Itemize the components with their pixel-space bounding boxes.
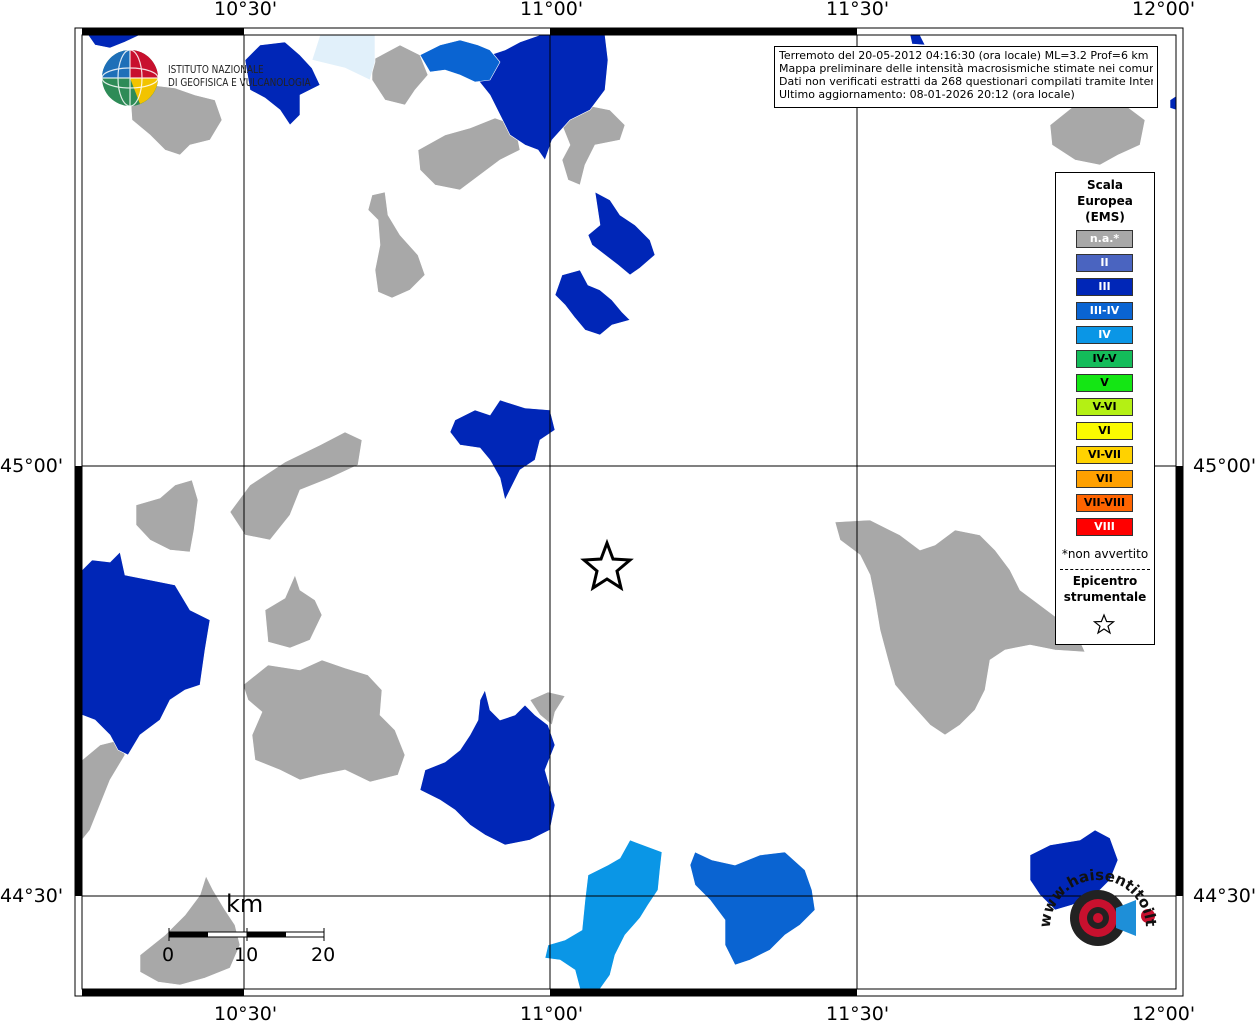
ingv-logo-text: ISTITUTO NAZIONALE DI GEOFISICA E VULCAN… xyxy=(168,64,311,90)
legend-swatch-viii: VIII xyxy=(1076,518,1133,536)
legend-swatch-vi: VI xyxy=(1076,422,1133,440)
scale-tick-0: 0 xyxy=(162,944,175,966)
lon-label-bottom-1100: 11°00' xyxy=(520,1003,584,1025)
legend-title-line: Europea xyxy=(1077,194,1133,208)
lon-label-top-1130: 11°30' xyxy=(826,0,890,20)
legend-note: *non avvertito xyxy=(1061,547,1149,561)
legend-swatch-vii: VII xyxy=(1076,470,1133,488)
municipality-na xyxy=(417,117,521,191)
municipality-na xyxy=(242,659,406,783)
municipality-polygon xyxy=(689,851,816,966)
lon-label-bottom-1130: 11°30' xyxy=(826,1003,890,1025)
event-info-line: Ultimo aggiornamento: 08-01-2026 20:12 (… xyxy=(779,88,1075,101)
legend-swatch-iv-v: IV-V xyxy=(1076,350,1133,368)
municipality-na xyxy=(1049,97,1146,166)
municipality-polygon xyxy=(449,399,556,501)
municipalities-iii xyxy=(82,35,1176,911)
municipality-na xyxy=(834,519,1086,736)
legend-epicenter-label: Epicentro strumentale xyxy=(1056,573,1154,605)
event-info-line: Terremoto del 20-05-2012 04:16:30 (ora l… xyxy=(779,49,1149,62)
legend-swatch-iii-iv: III-IV xyxy=(1076,302,1133,320)
lon-label-bottom-1030: 10°30' xyxy=(214,1003,278,1025)
epicenter-star-icon xyxy=(580,538,634,592)
legend-swatch-v-vi: V-VI xyxy=(1076,398,1133,416)
ingv-globe-logo-icon xyxy=(101,49,159,107)
legend-title-line: Scala xyxy=(1086,178,1124,192)
municipality-na xyxy=(135,479,199,553)
municipality-polygon xyxy=(419,689,556,846)
lat-label-left-4430: 44°30' xyxy=(0,885,64,907)
municipalities-not-felt xyxy=(82,44,1146,986)
event-info-box: Terremoto del 20-05-2012 04:16:30 (ora l… xyxy=(774,46,1158,108)
municipality-polygon xyxy=(554,269,631,336)
scale-unit-label: km xyxy=(226,890,264,918)
lon-label-top-1100: 11°00' xyxy=(520,0,584,20)
lon-label-bottom-1200: 12°00' xyxy=(1132,1003,1196,1025)
municipality-polygon xyxy=(909,35,926,46)
legend-swatch-n-a-: n.a.* xyxy=(1076,230,1133,248)
legend-swatch-iv: IV xyxy=(1076,326,1133,344)
municipality-na xyxy=(139,875,241,986)
municipality-na xyxy=(367,191,426,299)
legend-swatch-v: V xyxy=(1076,374,1133,392)
municipality-iv xyxy=(544,839,663,989)
legend-epicenter-line: Epicentro xyxy=(1072,574,1138,588)
scale-tick-10: 10 xyxy=(234,944,259,966)
lat-label-left-4500: 45°00' xyxy=(0,455,64,477)
legend-swatch-iii: III xyxy=(1076,278,1133,296)
municipality-na xyxy=(82,739,126,841)
municipality-polygon xyxy=(419,39,501,83)
lon-label-top-1030: 10°30' xyxy=(214,0,278,20)
lon-label-top-1200: 12°00' xyxy=(1132,0,1196,20)
legend-title-line: (EMS) xyxy=(1085,210,1125,224)
legend-star-icon xyxy=(1093,613,1115,635)
event-info-line: Dati non verificati estratti da 268 ques… xyxy=(779,75,1153,88)
legend-divider xyxy=(1060,569,1150,570)
lat-label-right-4500: 45°00' xyxy=(1193,455,1257,477)
ems-legend: Scala Europea (EMS) n.a.* II III III-IV IV IV… xyxy=(1055,172,1155,645)
legend-title: Scala Europea (EMS) xyxy=(1056,177,1154,225)
legend-swatch-ii: II xyxy=(1076,254,1133,272)
lat-label-right-4430: 44°30' xyxy=(1193,885,1257,907)
legend-swatch-vi-vii: VI-VII xyxy=(1076,446,1133,464)
municipality-na xyxy=(264,574,323,649)
municipality-polygon xyxy=(82,551,211,756)
legend-epicenter-line: strumentale xyxy=(1063,590,1147,604)
municipality-polygon xyxy=(587,191,656,276)
municipality-na xyxy=(229,431,363,541)
ingv-logo-line2: DI GEOFISICA E VULCANOLOGIA xyxy=(168,77,311,89)
municipality-polygon xyxy=(1169,95,1176,111)
legend-swatch-vii-viii: VII-VIII xyxy=(1076,494,1133,512)
ingv-logo-line1: ISTITUTO NAZIONALE xyxy=(168,64,264,76)
haisentito-logo-icon: www.haisentitoilterremoto.it xyxy=(1036,858,1160,946)
event-info-line: Mappa preliminare delle intensità macros… xyxy=(779,62,1153,75)
municipality-na xyxy=(371,44,429,106)
scale-tick-20: 20 xyxy=(311,944,336,966)
